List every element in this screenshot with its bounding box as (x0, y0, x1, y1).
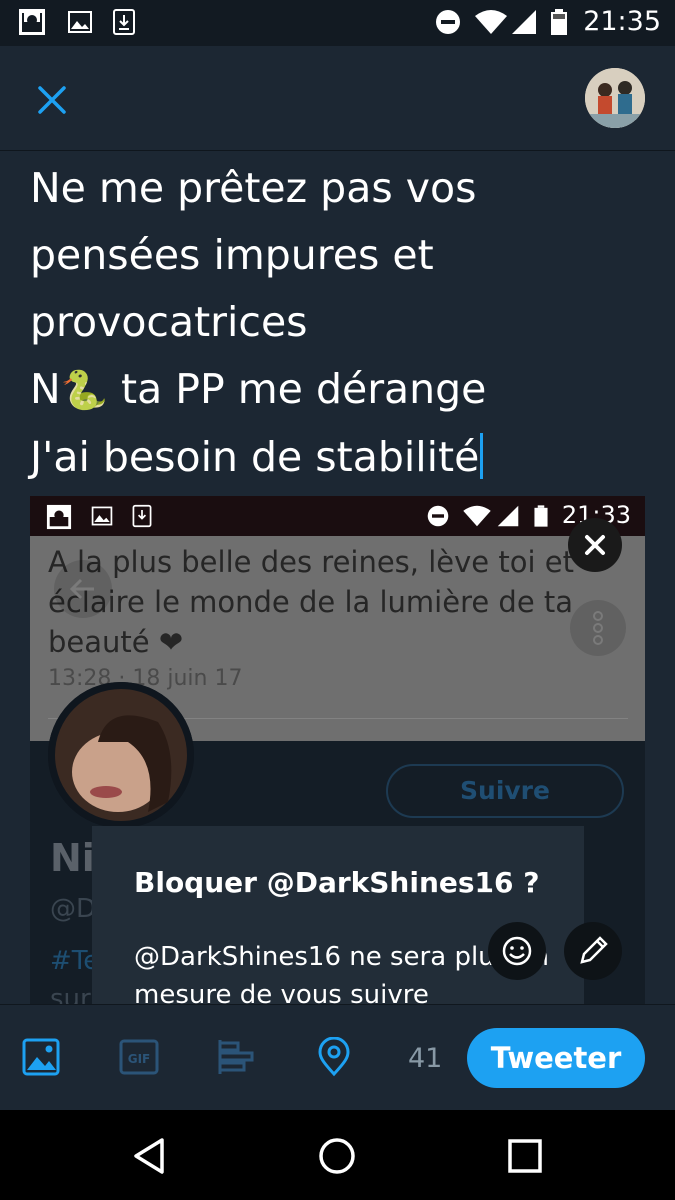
close-icon[interactable] (34, 82, 70, 118)
profile-photo (48, 682, 194, 828)
compose-line-5: J'ai besoin de stabilité (30, 424, 650, 491)
recents-icon[interactable] (503, 1134, 547, 1178)
block-dialog-title: Bloquer @DarkShines16 ? (134, 866, 540, 899)
attached-bio: sur (50, 984, 91, 1006)
image-notification-icon (91, 506, 113, 526)
tweet-compose-text[interactable]: Ne me prêtez pas vos pensées impures et … (30, 155, 650, 491)
attached-profile-picture (48, 682, 194, 828)
poll-icon[interactable] (216, 1037, 256, 1077)
back-icon[interactable] (128, 1134, 172, 1178)
svg-text:GIF: GIF (128, 1052, 151, 1066)
compose-line: Ne me prêtez pas vos (30, 164, 477, 212)
battery-icon (551, 9, 567, 35)
character-count: 41 (408, 1043, 443, 1074)
gif-icon[interactable]: GIF (119, 1037, 159, 1077)
wifi-icon (463, 505, 491, 527)
attached-status-bar: 21:33 (30, 496, 645, 536)
snake-emoji: 🐍 (60, 368, 108, 412)
mosque-app-icon (46, 504, 72, 530)
mosque-app-icon (19, 9, 45, 35)
compose-header (0, 46, 675, 151)
back-arrow-icon (54, 560, 112, 618)
sticker-icon[interactable] (488, 922, 546, 980)
signal-icon (497, 505, 519, 527)
compose-line: pensées impures et (30, 231, 434, 279)
avatar[interactable] (585, 68, 645, 128)
remove-image-icon[interactable] (568, 518, 622, 572)
compose-line: provocatrices (30, 298, 308, 346)
attached-image[interactable]: 21:33 A la plus belle des reines, lève t… (30, 496, 645, 1006)
attached-profile-name: Ni (50, 836, 95, 880)
do-not-disturb-icon (427, 505, 449, 527)
compose-line-4: N🐍 ta PP me dérange (30, 356, 650, 424)
follow-button: Suivre (386, 764, 624, 818)
more-options-icon (570, 600, 626, 656)
avatar-image (585, 68, 645, 128)
compose-text: ta PP me dérange (108, 365, 487, 413)
home-icon[interactable] (315, 1134, 359, 1178)
location-icon[interactable] (314, 1037, 354, 1077)
image-icon[interactable] (21, 1037, 61, 1077)
status-bar: 21:35 (0, 0, 675, 46)
battery-icon (534, 505, 548, 527)
download-icon (132, 504, 152, 528)
image-notification-icon (68, 11, 92, 33)
attached-tweet-text: A la plus belle des reines, lève toi et … (48, 545, 574, 659)
do-not-disturb-icon (436, 10, 460, 34)
tweet-button[interactable]: Tweeter (467, 1028, 645, 1088)
signal-icon (512, 10, 536, 34)
compose-toolbar: GIF 41 Tweeter (0, 1004, 675, 1111)
compose-text: N (30, 365, 61, 413)
wifi-icon (475, 10, 507, 34)
status-time: 21:35 (583, 6, 661, 37)
navigation-bar (0, 1110, 675, 1200)
text-cursor (480, 433, 484, 479)
edit-image-icon[interactable] (564, 922, 622, 980)
compose-text: J'ai besoin de stabilité (30, 433, 480, 481)
attached-profile-handle: @D (50, 894, 97, 924)
download-icon (113, 9, 135, 35)
